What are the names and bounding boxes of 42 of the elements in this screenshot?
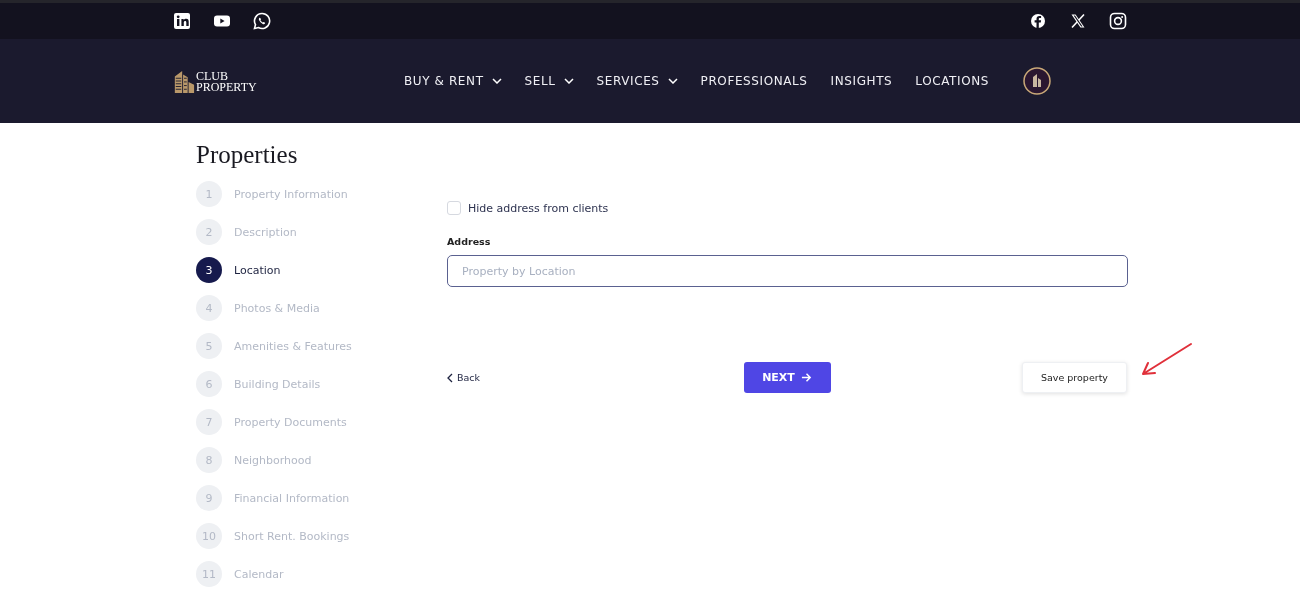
step-number: 9 <box>196 485 222 511</box>
x-icon[interactable] <box>1069 12 1087 30</box>
step-number: 3 <box>196 257 222 283</box>
chevron-down-icon <box>667 78 678 84</box>
facebook-icon[interactable] <box>1029 12 1047 30</box>
checkbox-label: Hide address from clients <box>468 201 609 215</box>
nav-link[interactable]: BUY & RENT <box>404 74 502 88</box>
back-link[interactable]: Back <box>447 372 697 383</box>
step-item[interactable]: 3 Location <box>196 251 447 289</box>
hide-address-checkbox[interactable] <box>447 201 461 215</box>
chevron-left-icon <box>447 372 453 383</box>
step-number: 2 <box>196 219 222 245</box>
step-number: 7 <box>196 409 222 435</box>
step-number: 4 <box>196 295 222 321</box>
chat-bubble-icon[interactable] <box>253 12 271 30</box>
step-number: 5 <box>196 333 222 359</box>
logo-text: PROPERTY <box>196 82 257 93</box>
nav-link[interactable]: SELL <box>524 74 574 88</box>
save-property-button[interactable]: Save property <box>1022 362 1127 393</box>
step-number: 6 <box>196 371 222 397</box>
address-label: Address <box>447 236 492 247</box>
chevron-down-icon <box>491 78 502 84</box>
step-number: 1 <box>196 181 222 207</box>
logo-text: CLUB <box>196 71 229 82</box>
next-button[interactable]: NEXT <box>743 362 831 393</box>
step-number: 10 <box>196 523 222 549</box>
nav-link[interactable]: LOCATIONS <box>915 74 989 88</box>
nav-link[interactable]: INSIGHTS <box>830 74 893 88</box>
profile-avatar-icon[interactable] <box>1023 67 1051 95</box>
building-icon <box>173 69 195 93</box>
chevron-down-icon <box>563 78 574 84</box>
logo[interactable]: CLUB PROPERTY <box>173 69 404 93</box>
linkedin-icon[interactable] <box>173 12 191 30</box>
step-number: 8 <box>196 447 222 473</box>
address-field[interactable]: Property by Location <box>447 255 1128 287</box>
nav-link[interactable]: SERVICES <box>596 74 678 88</box>
step-number: 11 <box>196 561 222 587</box>
arrow-right-icon <box>800 372 812 383</box>
page-title: Properties <box>196 141 299 169</box>
annotation-arrow-icon <box>1139 342 1193 378</box>
nav-link[interactable]: PROFESSIONALS <box>700 74 808 88</box>
instagram-icon[interactable] <box>1109 12 1127 30</box>
